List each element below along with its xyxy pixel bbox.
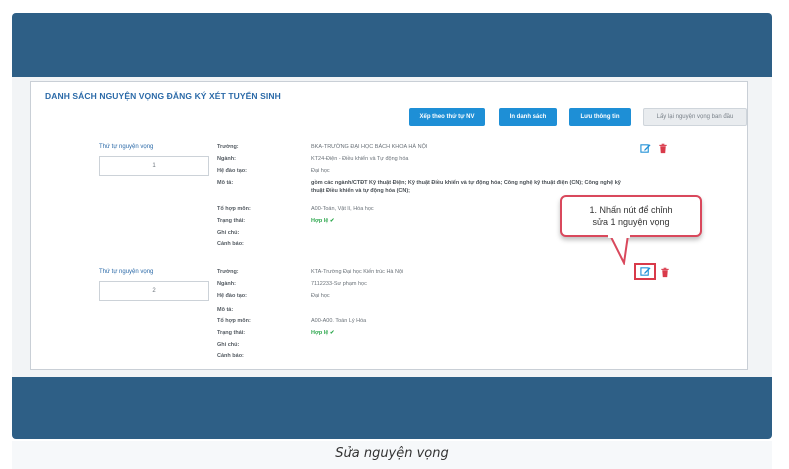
major-value: 7112233-Sư phạm học bbox=[311, 281, 367, 287]
instruction-callout: 1. Nhấn nút để chỉnh sửa 1 nguyện vọng bbox=[560, 195, 702, 237]
note-label: Ghi chú: bbox=[217, 230, 240, 236]
warning-label: Cảnh báo: bbox=[217, 241, 244, 247]
callout-pointer bbox=[608, 235, 630, 265]
image-caption: Sửa nguyện vọng bbox=[12, 441, 772, 469]
status-text: Hợp lệ bbox=[311, 218, 329, 224]
subjects-label: Tổ hợp môn: bbox=[217, 318, 251, 324]
edit-icon[interactable] bbox=[640, 266, 651, 277]
training-value: Đại học bbox=[311, 293, 330, 299]
check-icon: ✔ bbox=[329, 218, 335, 224]
note-label: Ghi chú: bbox=[217, 342, 240, 348]
school-label: Trường: bbox=[217, 269, 239, 275]
training-label: Hệ đào tạo: bbox=[217, 168, 247, 174]
status-text: Hợp lệ bbox=[311, 330, 329, 336]
school-value: KTA-Trường Đại học Kiến trúc Hà Nội bbox=[311, 269, 404, 275]
trash-icon[interactable] bbox=[658, 143, 668, 154]
status-label: Trạng thái: bbox=[217, 330, 246, 336]
training-value: Đại học bbox=[311, 168, 330, 174]
edit-icon[interactable] bbox=[640, 143, 651, 154]
screenshot-area: DANH SÁCH NGUYỆN VỌNG ĐĂNG KÝ XÉT TUYỂN … bbox=[12, 77, 772, 377]
header-band bbox=[12, 13, 772, 77]
description-value: gồm các ngành/CTĐT Kỹ thuật Điện; Kỹ thu… bbox=[311, 180, 621, 194]
training-label: Hệ đào tạo: bbox=[217, 293, 247, 299]
trash-icon[interactable] bbox=[660, 267, 670, 278]
school-value: BKA-TRƯỜNG ĐẠI HỌC BÁCH KHOA HÀ NỘI bbox=[311, 144, 428, 150]
order-input[interactable]: 2 bbox=[99, 281, 209, 301]
status-value: Hợp lệ ✔ bbox=[311, 329, 351, 337]
status-value: Hợp lệ ✔ bbox=[311, 217, 351, 225]
footer-band bbox=[12, 377, 772, 439]
callout-line-1: 1. Nhấn nút để chỉnh bbox=[589, 205, 673, 215]
description-label: Mô tả: bbox=[217, 180, 234, 186]
major-label: Ngành: bbox=[217, 281, 236, 287]
major-label: Ngành: bbox=[217, 156, 236, 162]
order-input[interactable]: 1 bbox=[99, 156, 209, 176]
subjects-value: A00-A00. Toán Lý Hóa bbox=[311, 318, 367, 324]
subjects-label: Tổ hợp môn: bbox=[217, 206, 251, 212]
order-label: Thứ tự nguyện vọng bbox=[99, 144, 154, 150]
school-label: Trường: bbox=[217, 144, 239, 150]
warning-label: Cảnh báo: bbox=[217, 353, 244, 359]
callout-line-2: sửa 1 nguyện vọng bbox=[592, 217, 670, 227]
print-list-button[interactable]: In danh sách bbox=[499, 108, 557, 126]
status-label: Trạng thái: bbox=[217, 218, 246, 224]
check-icon: ✔ bbox=[329, 330, 335, 336]
page: DANH SÁCH NGUYỆN VỌNG ĐĂNG KÝ XÉT TUYỂN … bbox=[0, 0, 789, 469]
order-label: Thứ tự nguyện vọng bbox=[99, 269, 154, 275]
page-title: DANH SÁCH NGUYỆN VỌNG ĐĂNG KÝ XÉT TUYỂN … bbox=[45, 91, 281, 101]
sort-order-button[interactable]: Xếp theo thứ tự NV bbox=[409, 108, 485, 126]
restore-original-button[interactable]: Lấy lại nguyện vọng ban đầu bbox=[643, 108, 747, 126]
description-label: Mô tả: bbox=[217, 307, 234, 313]
save-info-button[interactable]: Lưu thông tin bbox=[569, 108, 631, 126]
major-value: KT24-Điện - Điều khiển và Tự động hóa bbox=[311, 156, 409, 162]
